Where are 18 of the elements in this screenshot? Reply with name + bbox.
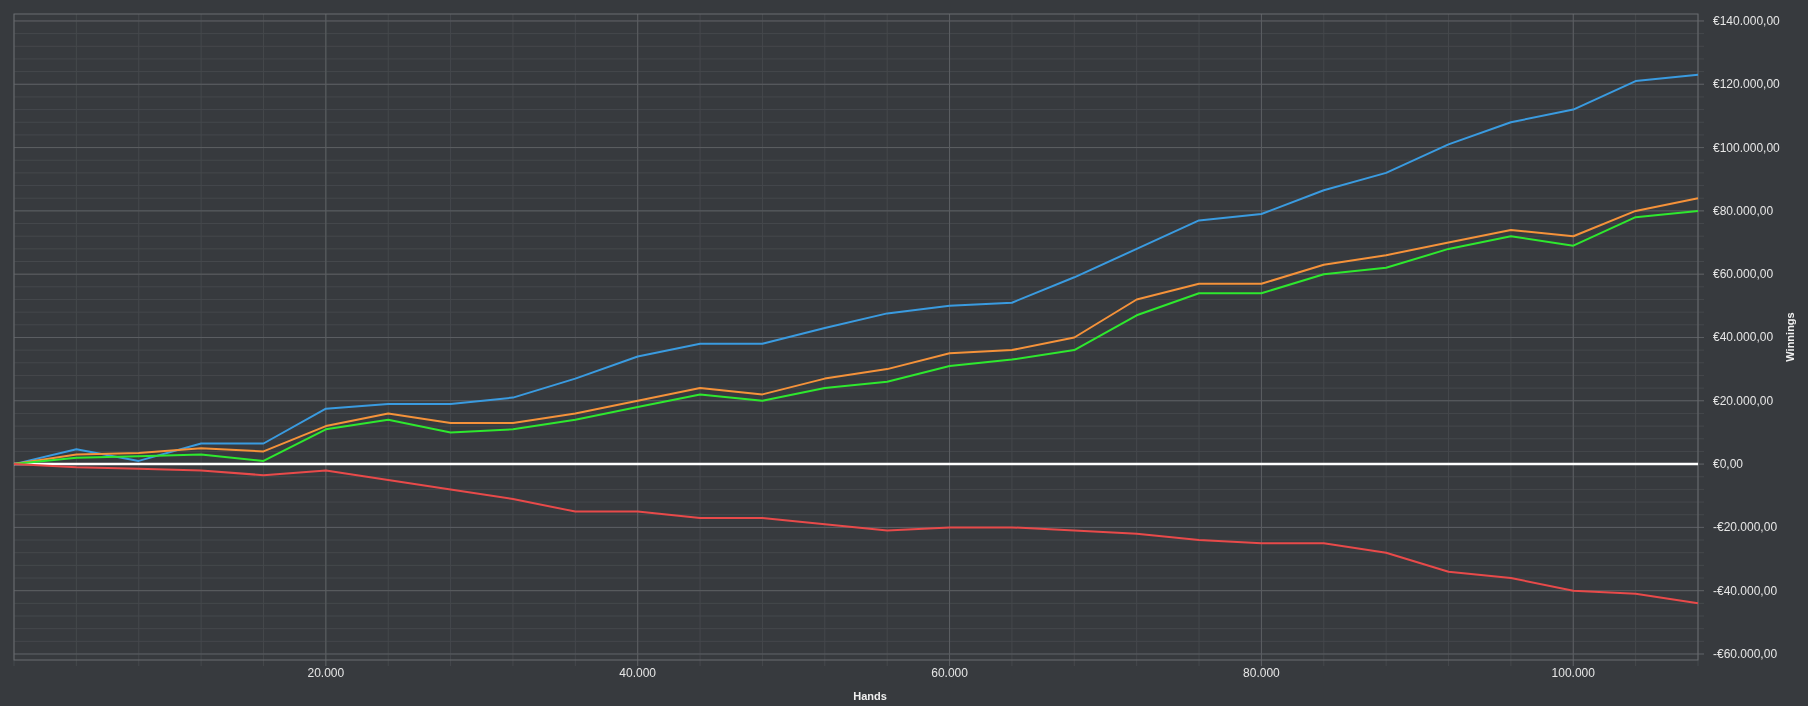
axis-tick-label: €40.000,00 [1713,330,1774,345]
axis-tick-label: €20.000,00 [1713,393,1774,408]
axis-tick-label: €100.000,00 [1713,140,1780,155]
axis-tick-label: €0,00 [1713,457,1744,472]
axis-tick-label: €60.000,00 [1713,267,1774,282]
axis-tick-label: -€20.000,00 [1713,520,1778,535]
axis-tick-label: -€60.000,00 [1713,647,1778,661]
axis-tick-label: 100.000 [1551,666,1595,680]
axis-tick-label: 40.000 [619,666,657,680]
axis-title: Winnings [1784,312,1796,362]
axis-tick-label: -€40.000,00 [1713,583,1778,598]
axis-tick-label: €120.000,00 [1713,77,1780,92]
axis-tick-label: 80.000 [1243,666,1280,680]
axis-tick-label: €140.000,00 [1713,13,1780,28]
axis-tick-label: €80.000,00 [1713,203,1774,218]
axis-tick-label: 20.000 [307,666,345,680]
axis-title: Hands [853,690,887,702]
axis-tick-label: 60.000 [931,666,968,680]
